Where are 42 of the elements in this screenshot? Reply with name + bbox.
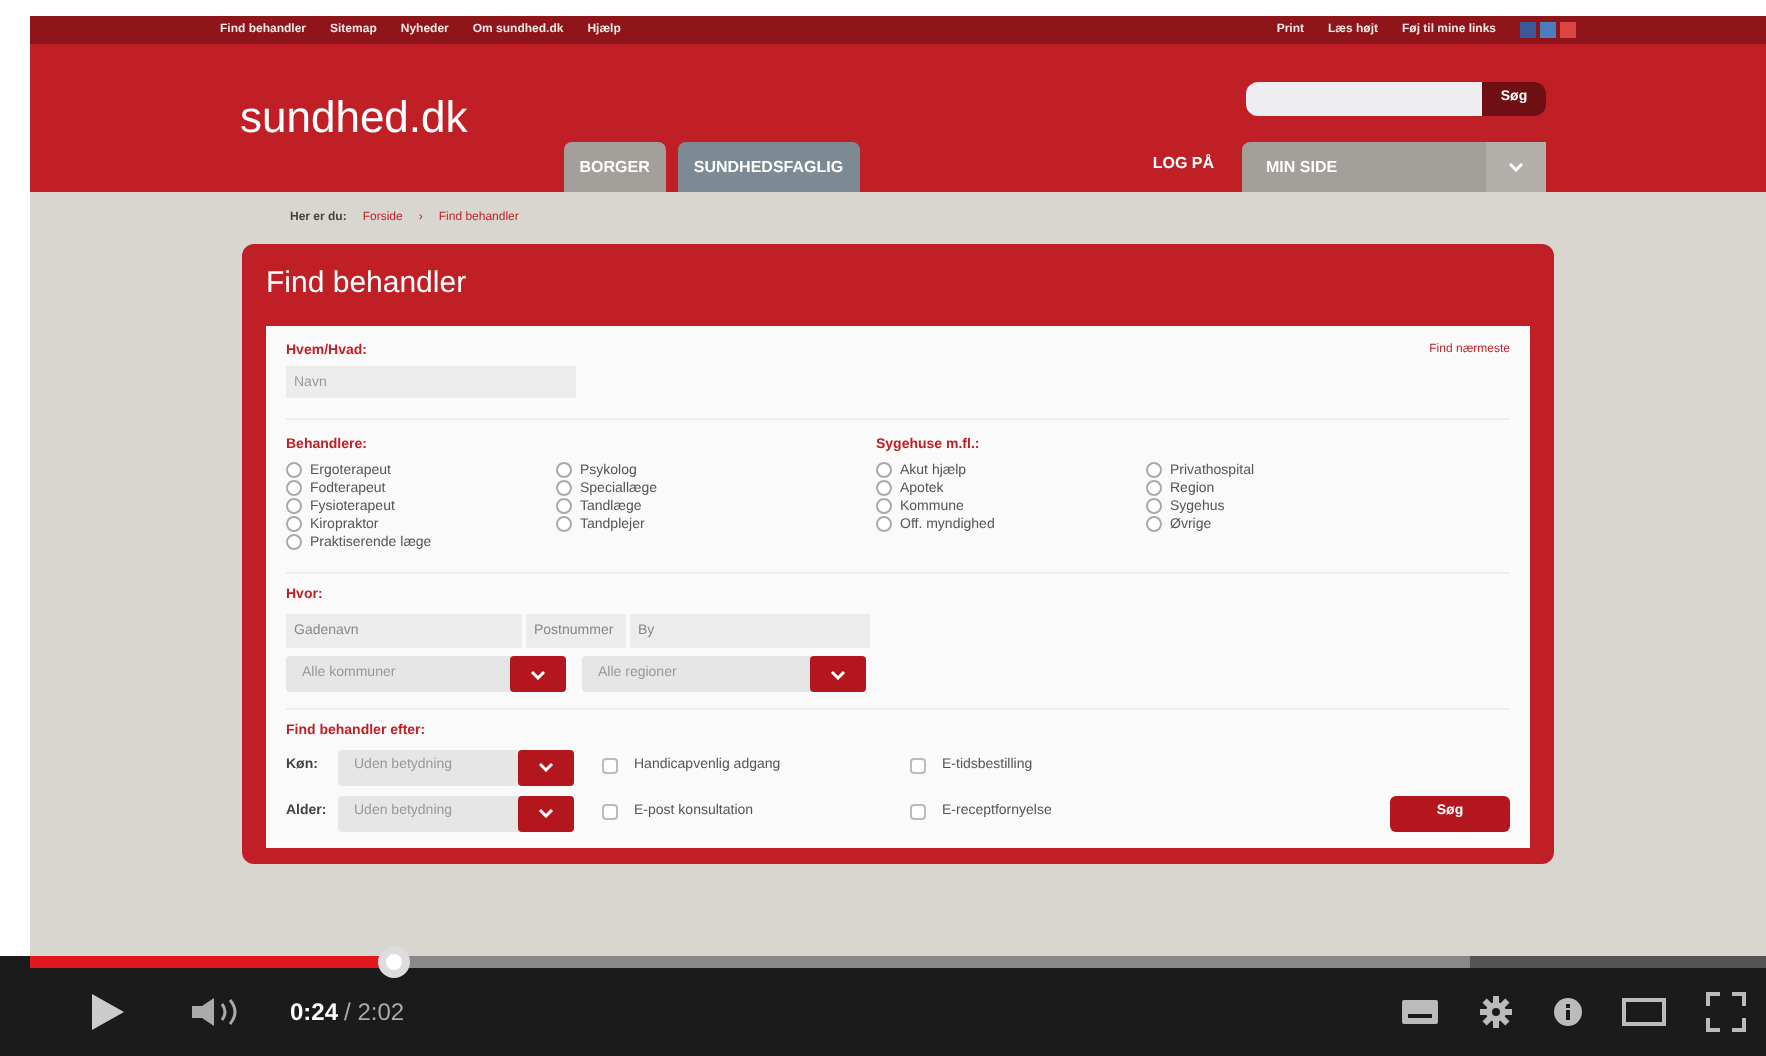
settings-icon[interactable] — [1478, 994, 1514, 1030]
radio-button[interactable] — [286, 534, 302, 550]
chevron-down-icon — [530, 669, 546, 679]
nav-tab[interactable]: SUNDHEDSFAGLIG — [677, 142, 860, 192]
panel-title: Find behandler — [266, 264, 469, 304]
radio-button[interactable] — [876, 498, 892, 514]
radio-button[interactable] — [556, 498, 572, 514]
chevron-down-icon — [1508, 162, 1524, 172]
chevron-down-icon — [830, 669, 846, 679]
radio-button[interactable] — [286, 516, 302, 532]
scrubber-handle[interactable] — [378, 946, 411, 978]
radio-button[interactable] — [1146, 480, 1162, 496]
fullscreen-icon[interactable] — [1706, 992, 1746, 1032]
theater-mode-icon[interactable] — [1622, 998, 1666, 1026]
site-logo[interactable]: sundhed.dk — [240, 83, 468, 149]
checkbox[interactable] — [602, 757, 618, 774]
checkbox[interactable] — [910, 804, 926, 821]
radio-button[interactable] — [556, 462, 572, 478]
chevron-down-icon — [538, 808, 554, 818]
current-time: 0:24 — [290, 996, 339, 1030]
radio-button[interactable] — [286, 462, 302, 478]
radio-button[interactable] — [876, 480, 892, 496]
radio-button[interactable] — [286, 498, 302, 514]
subtitles-icon[interactable] — [1402, 1000, 1438, 1024]
checkbox[interactable] — [602, 804, 618, 821]
duration: / 2:02 — [344, 996, 405, 1030]
play-icon[interactable] — [90, 992, 126, 1032]
progress-track[interactable] — [30, 956, 1766, 968]
radio-button[interactable] — [1146, 516, 1162, 532]
radio-button[interactable] — [556, 480, 572, 496]
radio-button[interactable] — [876, 462, 892, 478]
radio-button[interactable] — [286, 480, 302, 496]
radio-button[interactable] — [1146, 498, 1162, 514]
radio-button[interactable] — [556, 516, 572, 532]
login-link[interactable]: LOG PÅ — [1152, 152, 1214, 176]
info-icon[interactable] — [1554, 998, 1582, 1026]
volume-icon[interactable] — [190, 996, 242, 1028]
radio-button[interactable] — [1146, 462, 1162, 478]
chevron-down-icon — [538, 762, 554, 772]
radio-button[interactable] — [876, 516, 892, 532]
checkbox[interactable] — [910, 757, 926, 774]
search-field[interactable] — [1246, 82, 1482, 116]
